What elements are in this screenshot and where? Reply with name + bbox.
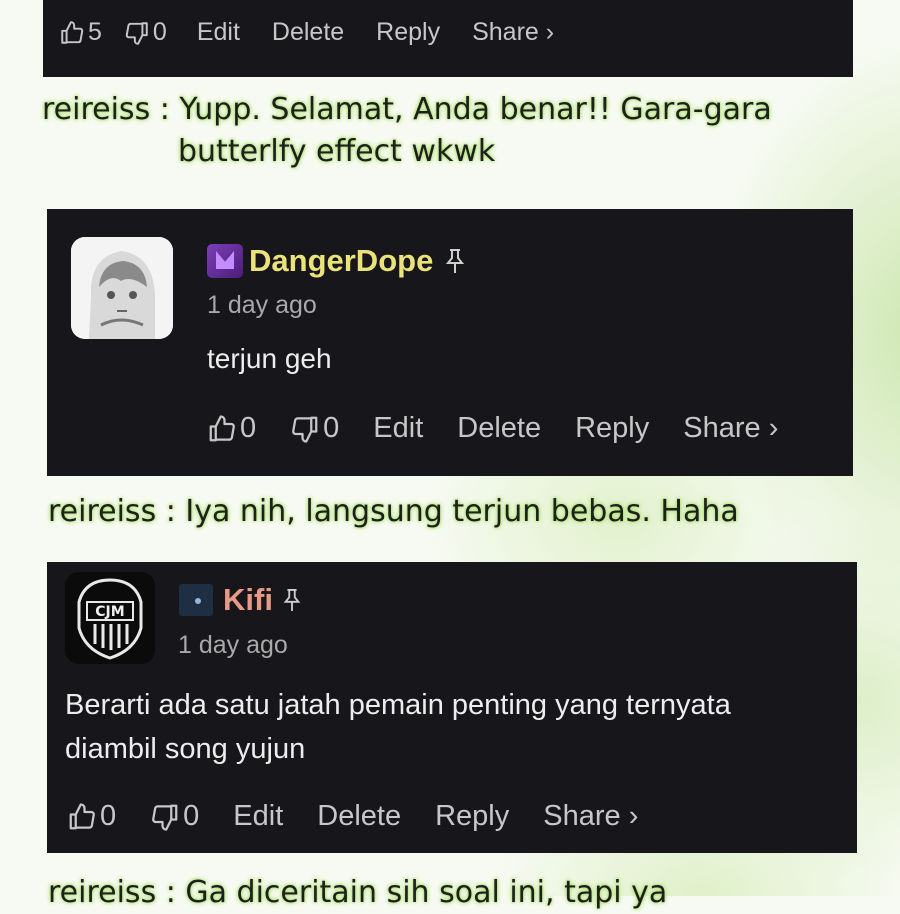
comment-card-1: 5 0 Edit Delete Reply Share › bbox=[43, 0, 853, 77]
dislike-count: 0 bbox=[152, 18, 167, 46]
thumbs-down-icon bbox=[125, 21, 148, 45]
dislike-count: 0 bbox=[183, 800, 200, 832]
thumbs-up-icon bbox=[61, 20, 84, 44]
avatar-image bbox=[71, 237, 173, 339]
share-link[interactable]: Share › bbox=[543, 800, 638, 833]
avatar-logo-text: CJM bbox=[95, 604, 124, 620]
caption-line: reireiss : Ga diceritain sih soal ini, t… bbox=[48, 875, 668, 910]
delete-link[interactable]: Delete bbox=[317, 800, 401, 833]
comment-text: Berarti ada satu jatah pemain penting ya… bbox=[65, 683, 731, 771]
pin-icon[interactable] bbox=[281, 587, 303, 613]
comment-card-3: CJM Kifi 1 day ago Berarti ada satu jata… bbox=[47, 562, 857, 853]
avatar[interactable]: CJM bbox=[65, 572, 155, 664]
thumbs-up-icon bbox=[209, 414, 235, 441]
like-button[interactable]: 0 bbox=[207, 412, 256, 445]
avatar[interactable] bbox=[71, 237, 173, 339]
edit-link[interactable]: Edit bbox=[197, 18, 240, 47]
like-count: 0 bbox=[240, 412, 257, 444]
dislike-button[interactable]: 0 bbox=[124, 18, 167, 47]
share-link[interactable]: Share › bbox=[472, 18, 554, 47]
pin-icon[interactable] bbox=[443, 247, 467, 275]
thumbs-up-icon bbox=[69, 802, 95, 829]
caption-line: butterlfy effect wkwk bbox=[178, 134, 496, 169]
username[interactable]: DangerDope bbox=[249, 243, 433, 279]
timestamp: 1 day ago bbox=[178, 631, 288, 659]
like-button[interactable]: 0 bbox=[67, 800, 116, 833]
comment-card-2: DangerDope 1 day ago terjun geh 0 0 Edit… bbox=[47, 209, 853, 476]
edit-link[interactable]: Edit bbox=[233, 800, 283, 833]
caption-line: reireiss : Yupp. Selamat, Anda benar!! G… bbox=[42, 92, 772, 127]
reply-link[interactable]: Reply bbox=[376, 18, 440, 47]
like-button[interactable]: 5 bbox=[59, 18, 102, 47]
comment-actions: 0 0 Edit Delete Reply Share › bbox=[207, 412, 778, 445]
avatar-image: CJM bbox=[65, 572, 155, 664]
reply-link[interactable]: Reply bbox=[435, 800, 509, 833]
edit-link[interactable]: Edit bbox=[373, 412, 423, 445]
caption-3: reireiss : Ga diceritain sih soal ini, t… bbox=[48, 872, 667, 914]
thumbs-down-icon bbox=[152, 804, 178, 831]
caption-2: reireiss : Iya nih, langsung terjun beba… bbox=[48, 491, 739, 533]
comment-text-line: Berarti ada satu jatah pemain penting ya… bbox=[65, 689, 731, 721]
caption-1: reireiss : Yupp. Selamat, Anda benar!! G… bbox=[42, 89, 772, 173]
dislike-count: 0 bbox=[323, 412, 340, 444]
share-link[interactable]: Share › bbox=[683, 412, 778, 445]
caption-line: reireiss : Iya nih, langsung terjun beba… bbox=[48, 494, 739, 529]
badge-icon bbox=[207, 244, 243, 278]
reply-link[interactable]: Reply bbox=[575, 412, 649, 445]
delete-link[interactable]: Delete bbox=[457, 412, 541, 445]
comment-text: terjun geh bbox=[207, 343, 332, 374]
dislike-button[interactable]: 0 bbox=[290, 412, 339, 445]
comment-actions: 0 0 Edit Delete Reply Share › bbox=[67, 800, 638, 833]
thumbs-down-icon bbox=[292, 416, 318, 443]
like-count: 5 bbox=[88, 18, 102, 46]
badge-icon bbox=[179, 584, 213, 616]
comment-actions: 5 0 Edit Delete Reply Share › bbox=[59, 18, 554, 47]
delete-link[interactable]: Delete bbox=[272, 18, 344, 47]
like-count: 0 bbox=[100, 800, 117, 832]
timestamp: 1 day ago bbox=[207, 291, 317, 319]
comment-text-line: diambil song yujun bbox=[65, 733, 306, 765]
username[interactable]: Kifi bbox=[223, 582, 273, 618]
dislike-button[interactable]: 0 bbox=[150, 800, 199, 833]
